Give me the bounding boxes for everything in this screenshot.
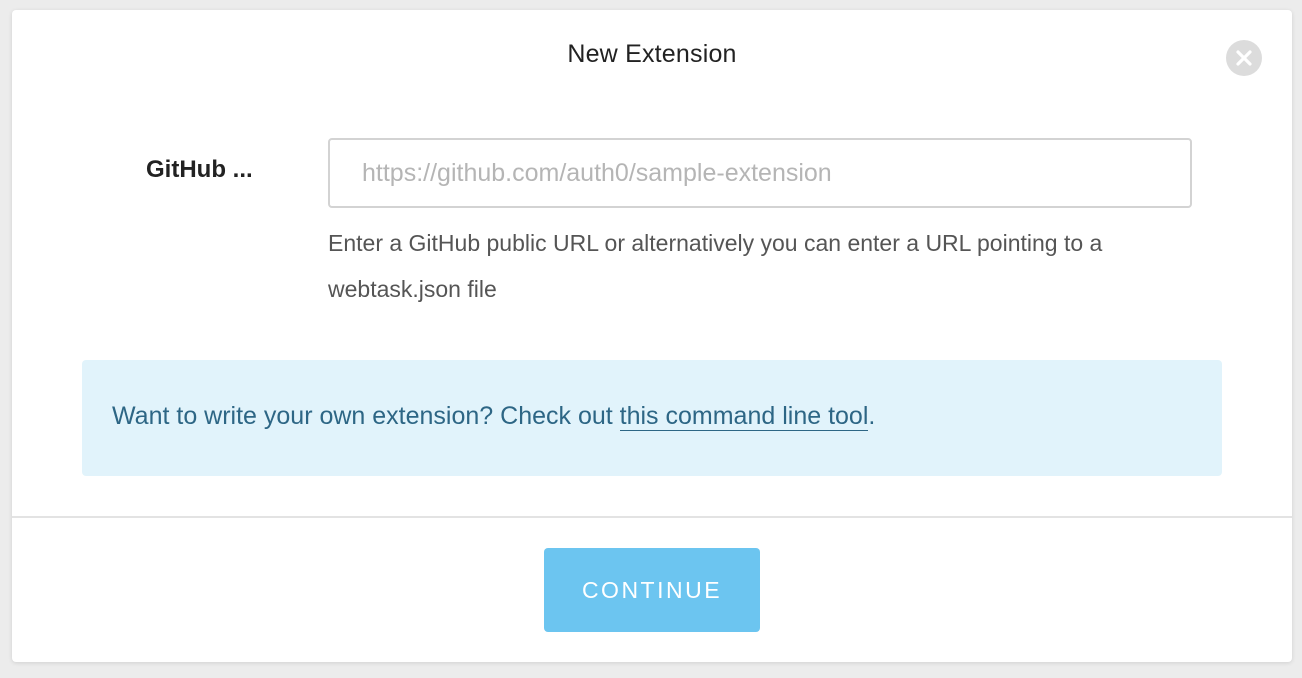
new-extension-modal: New Extension GitHub ... Enter a GitHub … xyxy=(12,10,1292,662)
info-text-suffix: . xyxy=(868,402,876,430)
info-text-prefix: Want to write your own extension? Check … xyxy=(112,402,620,430)
footer-divider xyxy=(12,516,1292,518)
continue-button[interactable]: CONTINUE xyxy=(544,548,760,632)
info-box: Want to write your own extension? Check … xyxy=(82,360,1222,476)
command-line-tool-link[interactable]: this command line tool xyxy=(619,402,869,431)
modal-title: New Extension xyxy=(567,40,737,68)
help-text: Enter a GitHub public URL or alternative… xyxy=(328,230,1103,302)
github-url-label: GitHub ... xyxy=(146,156,253,183)
github-url-input[interactable] xyxy=(328,138,1192,208)
info-text: Want to write your own extension? Check … xyxy=(112,402,875,431)
close-button[interactable] xyxy=(1226,40,1262,76)
close-icon xyxy=(1236,50,1252,66)
